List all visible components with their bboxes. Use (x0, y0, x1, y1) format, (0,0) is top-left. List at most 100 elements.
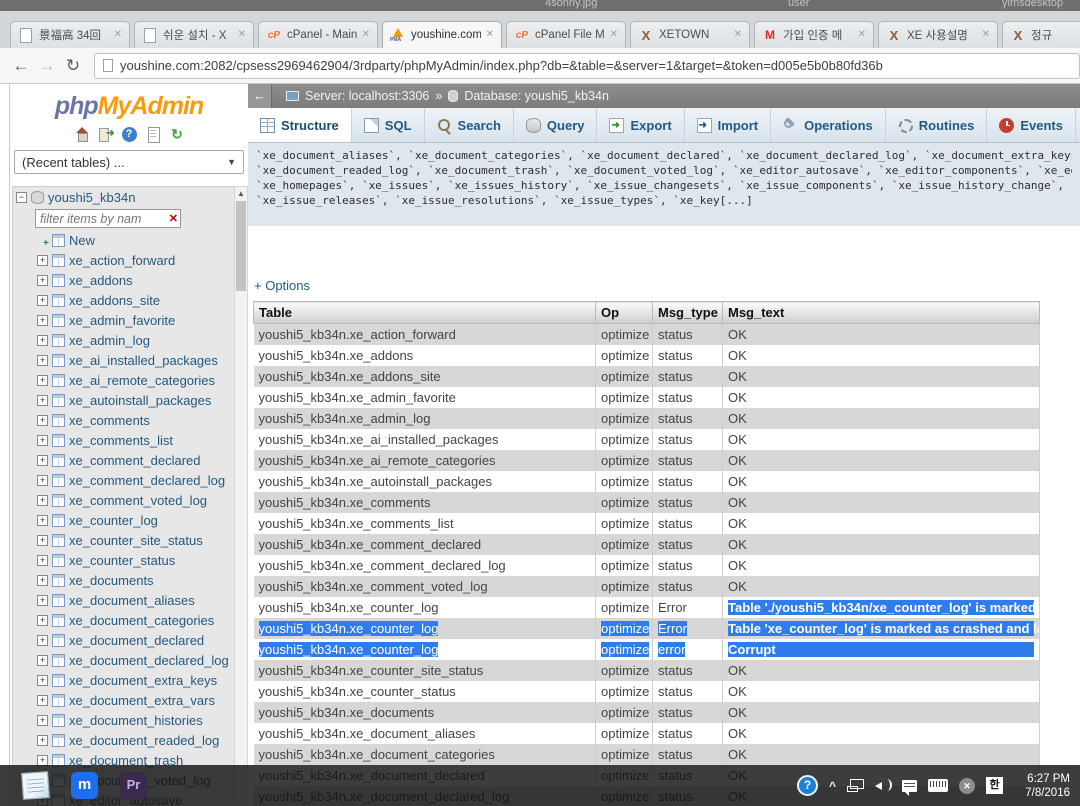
pma-tab[interactable]: Import (685, 108, 771, 142)
tree-item[interactable]: + xe_comments_list ✕ (13, 430, 234, 450)
breadcrumb-server[interactable]: Server: localhost:3306 (305, 89, 429, 103)
tree-expander-icon[interactable] (37, 375, 48, 386)
table-row[interactable]: youshi5_kb34n.xe_ai_installed_packages o… (254, 429, 1040, 450)
recent-tables-select[interactable]: (Recent tables) ... ▼ (14, 150, 244, 174)
tree-item[interactable]: + xe_comments ✕ (13, 410, 234, 430)
filter-tables-input[interactable] (35, 209, 181, 228)
table-row[interactable]: youshi5_kb34n.xe_addons optimize status … (254, 345, 1040, 366)
tab-close-icon[interactable]: ✕ (858, 30, 866, 40)
notepad-taskbar-icon[interactable] (21, 771, 50, 800)
table-row[interactable]: youshi5_kb34n.xe_counter_log optimize Er… (254, 618, 1040, 639)
tree-item[interactable]: + xe_comment_declared_log ✕ (13, 470, 234, 490)
tree-item[interactable]: + New ✕ (13, 230, 234, 250)
table-row[interactable]: youshi5_kb34n.xe_action_forward optimize… (254, 324, 1040, 345)
tree-item[interactable]: + xe_action_forward ✕ (13, 250, 234, 270)
tree-item[interactable]: + xe_addons_site ✕ (13, 290, 234, 310)
table-row[interactable]: youshi5_kb34n.xe_document_categories opt… (254, 744, 1040, 765)
scrollbar-thumb[interactable] (236, 201, 246, 291)
table-row[interactable]: youshi5_kb34n.xe_autoinstall_packages op… (254, 471, 1040, 492)
pma-tab[interactable]: Search (425, 108, 514, 142)
tree-expander-icon[interactable] (37, 335, 48, 346)
tree-expander-icon[interactable] (16, 192, 27, 203)
back-button[interactable]: ← (8, 56, 34, 76)
table-row[interactable]: youshi5_kb34n.xe_comment_declared_log op… (254, 555, 1040, 576)
network-icon[interactable] (847, 779, 864, 792)
tree-item[interactable]: + xe_document_readed_log ✕ (13, 730, 234, 750)
tree-expander-icon[interactable] (37, 695, 48, 706)
browser-tab[interactable]: cPanel - Main ✕ (258, 21, 378, 48)
collapse-navigation-button[interactable]: ← (248, 84, 272, 108)
browser-tab[interactable]: 쉬운 설치 - X ✕ (134, 21, 254, 48)
tree-expander-icon[interactable] (37, 355, 48, 366)
tree-expander-icon[interactable] (37, 455, 48, 466)
tree-expander-icon[interactable] (37, 715, 48, 726)
pma-tab[interactable]: Export (597, 108, 684, 142)
table-row[interactable]: youshi5_kb34n.xe_comment_declared optimi… (254, 534, 1040, 555)
tray-expand-chevron-icon[interactable]: ^ (829, 779, 836, 793)
safely-remove-icon[interactable]: ✕ (959, 778, 975, 794)
phpmyadmin-logo[interactable]: phpMyAdmin (10, 92, 248, 121)
tree-item[interactable]: + xe_addons ✕ (13, 270, 234, 290)
tree-item[interactable]: + xe_ai_installed_packages ✕ (13, 350, 234, 370)
tree-expander-icon[interactable] (37, 435, 48, 446)
tree-item[interactable]: + xe_document_extra_keys ✕ (13, 670, 234, 690)
options-toggle-link[interactable]: + Options (254, 278, 310, 293)
tree-item[interactable]: + xe_document_extra_vars ✕ (13, 690, 234, 710)
tree-expander-icon[interactable] (37, 395, 48, 406)
address-bar[interactable]: youshine.com:2082/cpsess2969462904/3rdpa… (94, 53, 1080, 79)
tree-item[interactable]: + filter items by nam ✕ (13, 207, 234, 230)
tree-expander-icon[interactable] (37, 535, 48, 546)
tree-item[interactable]: + xe_admin_log ✕ (13, 330, 234, 350)
browser-tab[interactable]: youshine.com ✕ (382, 21, 502, 48)
korean-ime-badge[interactable]: 한 (986, 777, 1003, 794)
column-header-msg-type[interactable]: Msg_type (653, 302, 723, 324)
help-icon[interactable]: ? (122, 127, 137, 142)
pma-tab[interactable]: Query (514, 108, 598, 142)
forward-button[interactable]: → (34, 56, 60, 76)
tree-expander-icon[interactable] (37, 315, 48, 326)
table-row[interactable]: youshi5_kb34n.xe_comment_voted_log optim… (254, 576, 1040, 597)
tree-item[interactable]: + xe_comment_declared ✕ (13, 450, 234, 470)
pma-tab[interactable]: Routines (886, 108, 988, 142)
reload-button[interactable]: ↻ (60, 56, 86, 76)
tree-expander-icon[interactable] (37, 575, 48, 586)
premiere-taskbar-icon[interactable] (120, 772, 147, 799)
pma-tab[interactable]: Events (987, 108, 1076, 142)
browser-tab[interactable]: XETOWN ✕ (630, 21, 750, 48)
tree-item[interactable]: + xe_document_declared ✕ (13, 630, 234, 650)
tree-expander-icon[interactable] (37, 555, 48, 566)
tree-scrollbar[interactable]: ▲ (234, 186, 248, 806)
tab-close-icon[interactable]: ✕ (238, 30, 246, 40)
browser-tab[interactable]: 정규 ✕ (1002, 21, 1080, 48)
table-row[interactable]: youshi5_kb34n.xe_comments_list optimize … (254, 513, 1040, 534)
table-row[interactable]: youshi5_kb34n.xe_comments optimize statu… (254, 492, 1040, 513)
touch-keyboard-icon[interactable] (928, 779, 948, 792)
column-header-table[interactable]: Table (254, 302, 596, 324)
table-row[interactable]: youshi5_kb34n.xe_counter_status optimize… (254, 681, 1040, 702)
pma-tab[interactable]: Operations (771, 108, 886, 142)
help-bubble-icon[interactable]: ? (797, 775, 818, 796)
tree-expander-icon[interactable] (37, 495, 48, 506)
tree-item[interactable]: + xe_counter_status ✕ (13, 550, 234, 570)
table-row[interactable]: youshi5_kb34n.xe_admin_favorite optimize… (254, 387, 1040, 408)
home-icon[interactable] (74, 127, 89, 142)
tree-expander-icon[interactable] (37, 735, 48, 746)
tree-item[interactable]: + xe_document_histories ✕ (13, 710, 234, 730)
tab-close-icon[interactable]: ✕ (610, 30, 618, 40)
maxthon-taskbar-icon[interactable] (71, 772, 98, 799)
browser-tab[interactable]: 景福高 34回 ✕ (10, 21, 130, 48)
tree-item[interactable]: + youshi5_kb34n ✕ (13, 187, 234, 207)
tree-expander-icon[interactable] (37, 755, 48, 766)
tree-expander-icon[interactable] (37, 675, 48, 686)
tree-item[interactable]: + xe_ai_remote_categories ✕ (13, 370, 234, 390)
table-row[interactable]: youshi5_kb34n.xe_counter_log optimize er… (254, 639, 1040, 660)
pma-tab[interactable]: Structure (248, 108, 352, 142)
tree-item[interactable]: + xe_counter_site_status ✕ (13, 530, 234, 550)
tree-expander-icon[interactable] (37, 255, 48, 266)
tree-item[interactable]: + xe_autoinstall_packages ✕ (13, 390, 234, 410)
reload-navigation-icon[interactable]: ↻ (170, 127, 185, 142)
tab-close-icon[interactable]: ✕ (982, 30, 990, 40)
tree-item[interactable]: + xe_documents ✕ (13, 570, 234, 590)
tab-close-icon[interactable]: ✕ (486, 30, 494, 40)
documentation-icon[interactable] (146, 127, 161, 142)
